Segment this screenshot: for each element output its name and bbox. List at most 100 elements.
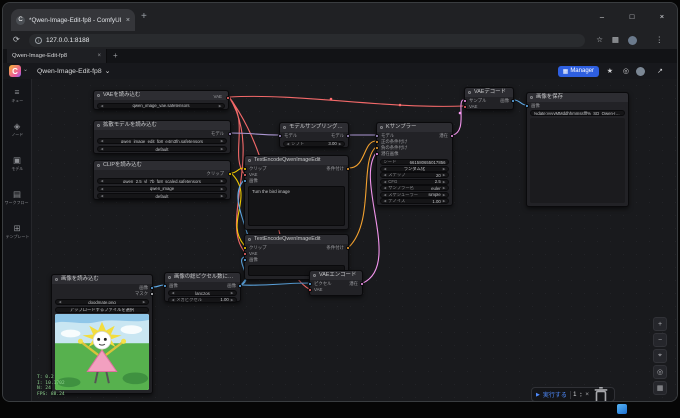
batch-count-input[interactable]: 1: [573, 392, 576, 398]
node-header[interactable]: VAEエンコード: [310, 271, 362, 280]
widget-seed[interactable]: シード 661580655017856: [380, 159, 449, 165]
sidebar-item-templates[interactable]: ⊞ テンプレート: [3, 215, 31, 249]
node-header[interactable]: VAEを読み込む: [94, 91, 228, 100]
input-port-vae[interactable]: [243, 173, 248, 178]
batch-count-stepper[interactable]: ▲ ▼: [579, 391, 582, 398]
combo-next-icon[interactable]: ▶: [231, 298, 234, 302]
collapse-dot[interactable]: [54, 277, 58, 281]
node-save-image[interactable]: 画像を保存 画像 %date:yyyyMMddhhmmssfff%_SD_Qwe…: [525, 92, 629, 207]
combo-next-icon[interactable]: ▶: [143, 300, 146, 304]
notifications-icon[interactable]: ◎: [623, 67, 629, 75]
add-workflow-button[interactable]: +: [113, 51, 118, 60]
combo-prev-icon[interactable]: ◀: [59, 300, 62, 304]
widget-shift[interactable]: ◀ シフト 3.00 ▶: [283, 140, 345, 147]
fit-view-button[interactable]: ⌖: [653, 349, 667, 363]
node-header[interactable]: 拡散モデルを読み込む: [94, 121, 230, 130]
combo-prev-icon[interactable]: ◀: [101, 187, 104, 191]
combo-next-icon[interactable]: ▶: [221, 139, 224, 143]
sidebar-item-queue[interactable]: ≡ キュー: [3, 79, 31, 113]
clear-queue-trash-icon[interactable]: [592, 386, 610, 402]
combo-next-icon[interactable]: ▶: [443, 186, 446, 190]
workflow-tab[interactable]: Qwen-Image-Edit-fp8 ×: [7, 49, 107, 63]
combo-next-icon[interactable]: ▶: [443, 167, 446, 171]
combo-prev-icon[interactable]: ◀: [101, 104, 104, 108]
workflow-tab-close-icon[interactable]: ×: [97, 53, 101, 59]
widget-clip-type[interactable]: ◀ qwen_image ▶: [97, 185, 227, 192]
combo-next-icon[interactable]: ▶: [221, 187, 224, 191]
profile-avatar[interactable]: [628, 35, 637, 45]
combo-next-icon[interactable]: ▶: [443, 193, 446, 197]
widget-scheduler[interactable]: ◀ スケジューラー simple ▶: [380, 191, 449, 198]
node-text-encode-positive[interactable]: TextEncodeQwenImageEdit クリップ VAE 画像 条件付け…: [243, 155, 350, 230]
logo-chevron-icon[interactable]: ⌄: [23, 66, 28, 73]
combo-next-icon[interactable]: ▶: [221, 179, 224, 183]
combo-prev-icon[interactable]: ◀: [101, 194, 104, 198]
widget-weight-dtype[interactable]: ◀ default ▶: [97, 146, 227, 152]
cancel-button[interactable]: ×: [585, 391, 589, 398]
collapse-dot[interactable]: [247, 237, 251, 241]
extensions-icon[interactable]: ▦: [612, 35, 619, 44]
prompt-textarea[interactable]: Turn the bird image: [248, 186, 345, 226]
comfyui-logo[interactable]: C: [9, 65, 21, 77]
sidebar-item-nodes[interactable]: ◈ ノード: [3, 113, 31, 147]
combo-prev-icon[interactable]: ◀: [384, 193, 387, 197]
site-info-icon[interactable]: i: [35, 36, 42, 44]
node-vae-decode[interactable]: VAEデコード サンプル VAE 画像: [463, 87, 515, 110]
combo-prev-icon[interactable]: ◀: [384, 186, 387, 190]
zoom-in-button[interactable]: +: [653, 317, 667, 331]
maximize-button[interactable]: □: [617, 3, 647, 29]
input-port-vae[interactable]: [243, 252, 248, 257]
node-header[interactable]: CLIPを読み込む: [94, 161, 230, 170]
input-port-image[interactable]: [243, 258, 248, 263]
minimap-button[interactable]: ▦: [653, 381, 667, 395]
collapse-dot[interactable]: [96, 163, 100, 167]
combo-prev-icon[interactable]: ◀: [384, 173, 387, 177]
taskbar-app-icon[interactable]: [617, 404, 627, 414]
browser-tab[interactable]: C *Qwen-Image-Edit-fp8 - ComfyUI ×: [11, 9, 135, 31]
sidebar-item-models[interactable]: ▣ モデル: [3, 147, 31, 181]
node-header[interactable]: 画像の総ピクセル数にスケール: [165, 273, 240, 282]
combo-next-icon[interactable]: ▶: [221, 147, 224, 151]
node-load-clip[interactable]: CLIPを読み込む クリップ ◀ qwen_2.5_vl_7b_fp8_scal…: [93, 160, 232, 200]
node-load-vae[interactable]: VAEを読み込む VAE ◀ qwen_image_vae.safetensor…: [93, 90, 230, 110]
node-header[interactable]: TextEncodeQwenImageEdit: [245, 235, 348, 244]
collapse-dot[interactable]: [467, 90, 471, 94]
widget-steps[interactable]: ◀ ステップ 20 ▶: [380, 172, 449, 178]
widget-filename-prefix[interactable]: %date:yyyyMMddhhmmssfff%_SD_Qwen-Image-E…: [530, 110, 625, 116]
node-header[interactable]: 画像を読み込む: [52, 275, 152, 284]
star-icon[interactable]: ★: [607, 67, 613, 75]
close-button[interactable]: ×: [647, 3, 677, 29]
node-load-image[interactable]: 画像を読み込む 画像 マスク ◀ doodmate.png ▶ アップロードする…: [51, 274, 154, 394]
combo-next-icon[interactable]: ▶: [221, 194, 224, 198]
manager-button[interactable]: ▦ Manager: [557, 65, 599, 77]
workflow-name-menu[interactable]: Qwen-Image-Edit-fp8 ⌄: [37, 63, 110, 79]
input-port-model[interactable]: [278, 134, 283, 139]
node-load-diffusion-model[interactable]: 拡散モデルを読み込む モデル ◀ qwen_image_edit_fp8_e4m…: [93, 120, 232, 154]
upload-button[interactable]: アップロードするファイルを選択: [55, 306, 149, 313]
zoom-out-button[interactable]: −: [653, 333, 667, 347]
combo-next-icon[interactable]: ▶: [219, 104, 222, 108]
collapse-dot[interactable]: [282, 125, 286, 129]
url-input[interactable]: i 127.0.0.1:8188: [29, 33, 585, 47]
input-port-positive[interactable]: [375, 140, 380, 145]
collapse-dot[interactable]: [167, 275, 171, 279]
collapse-dot[interactable]: [247, 158, 251, 162]
input-port-clip[interactable]: [243, 246, 248, 251]
collapse-dot[interactable]: [529, 95, 533, 99]
loaded-image-preview[interactable]: [55, 314, 149, 390]
tab-close-icon[interactable]: ×: [126, 17, 130, 24]
input-port-latent-image[interactable]: [375, 152, 380, 157]
combo-next-icon[interactable]: ▶: [443, 180, 446, 184]
focus-mode-button[interactable]: ◎: [653, 365, 667, 379]
widget-image-file[interactable]: ◀ doodmate.png ▶: [55, 299, 149, 305]
node-header[interactable]: VAEデコード: [465, 88, 513, 97]
collapse-dot[interactable]: [379, 125, 383, 129]
collapse-dot[interactable]: [96, 123, 100, 127]
combo-prev-icon[interactable]: ◀: [287, 142, 290, 146]
input-port-vae[interactable]: [308, 288, 313, 293]
combo-prev-icon[interactable]: ◀: [101, 179, 104, 183]
combo-prev-icon[interactable]: ◀: [101, 147, 104, 151]
input-port-image[interactable]: [163, 284, 168, 289]
node-header[interactable]: モデルサンプリングAuraFlow: [280, 123, 348, 132]
widget-vae-name[interactable]: ◀ qwen_image_vae.safetensors ▶: [97, 102, 225, 109]
